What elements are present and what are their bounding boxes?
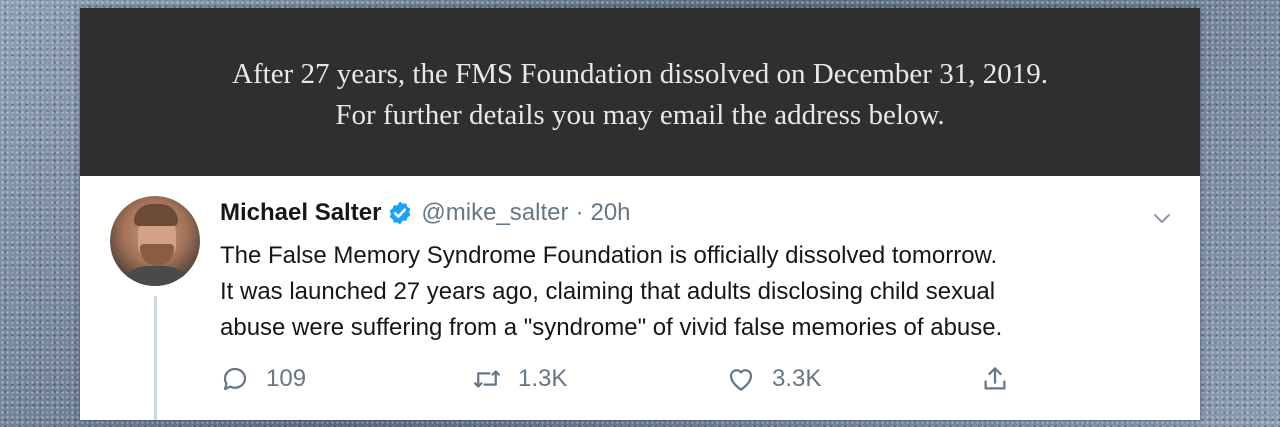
announcement-banner: After 27 years, the FMS Foundation disso… [80, 8, 1200, 176]
screenshot-frame: After 27 years, the FMS Foundation disso… [80, 8, 1200, 420]
meta-separator: · [575, 199, 584, 226]
retweet-icon [474, 370, 500, 388]
share-button[interactable] [980, 364, 1026, 394]
tweet-text-line: It was launched 27 years ago, claiming t… [220, 278, 996, 305]
tweet-actions: 109 1.3K 3.3K [220, 364, 1120, 400]
reply-icon [223, 367, 247, 391]
tweet-text: The False Memory Syndrome Foundation is … [220, 238, 1180, 346]
tweet-timestamp[interactable]: 20h [590, 199, 630, 227]
tweet-text-line: abuse were suffering from a "syndrome" o… [220, 314, 1003, 341]
tweet-header: Michael Salter @mike_salter · 20h [220, 199, 631, 227]
user-handle[interactable]: @mike_salter [421, 199, 568, 227]
display-name[interactable]: Michael Salter [220, 199, 381, 227]
reply-count: 109 [266, 365, 307, 392]
chevron-down-icon[interactable] [1150, 206, 1174, 230]
share-icon [984, 367, 1006, 390]
banner-line-2: For further details you may email the ad… [335, 99, 945, 131]
verified-badge-icon [390, 201, 411, 225]
tweet-card[interactable]: Michael Salter @mike_salter · 20h The Fa… [80, 176, 1200, 420]
like-count: 3.3K [772, 365, 822, 392]
heart-icon [729, 369, 753, 391]
retweet-count: 1.3K [518, 365, 568, 392]
tweet-text-line: The False Memory Syndrome Foundation is … [220, 242, 998, 269]
thread-connector-line [154, 296, 157, 420]
avatar[interactable] [110, 196, 200, 286]
like-button[interactable]: 3.3K [726, 364, 821, 394]
reply-button[interactable]: 109 [220, 364, 306, 394]
retweet-button[interactable]: 1.3K [472, 364, 567, 394]
banner-line-1: After 27 years, the FMS Foundation disso… [232, 58, 1048, 90]
